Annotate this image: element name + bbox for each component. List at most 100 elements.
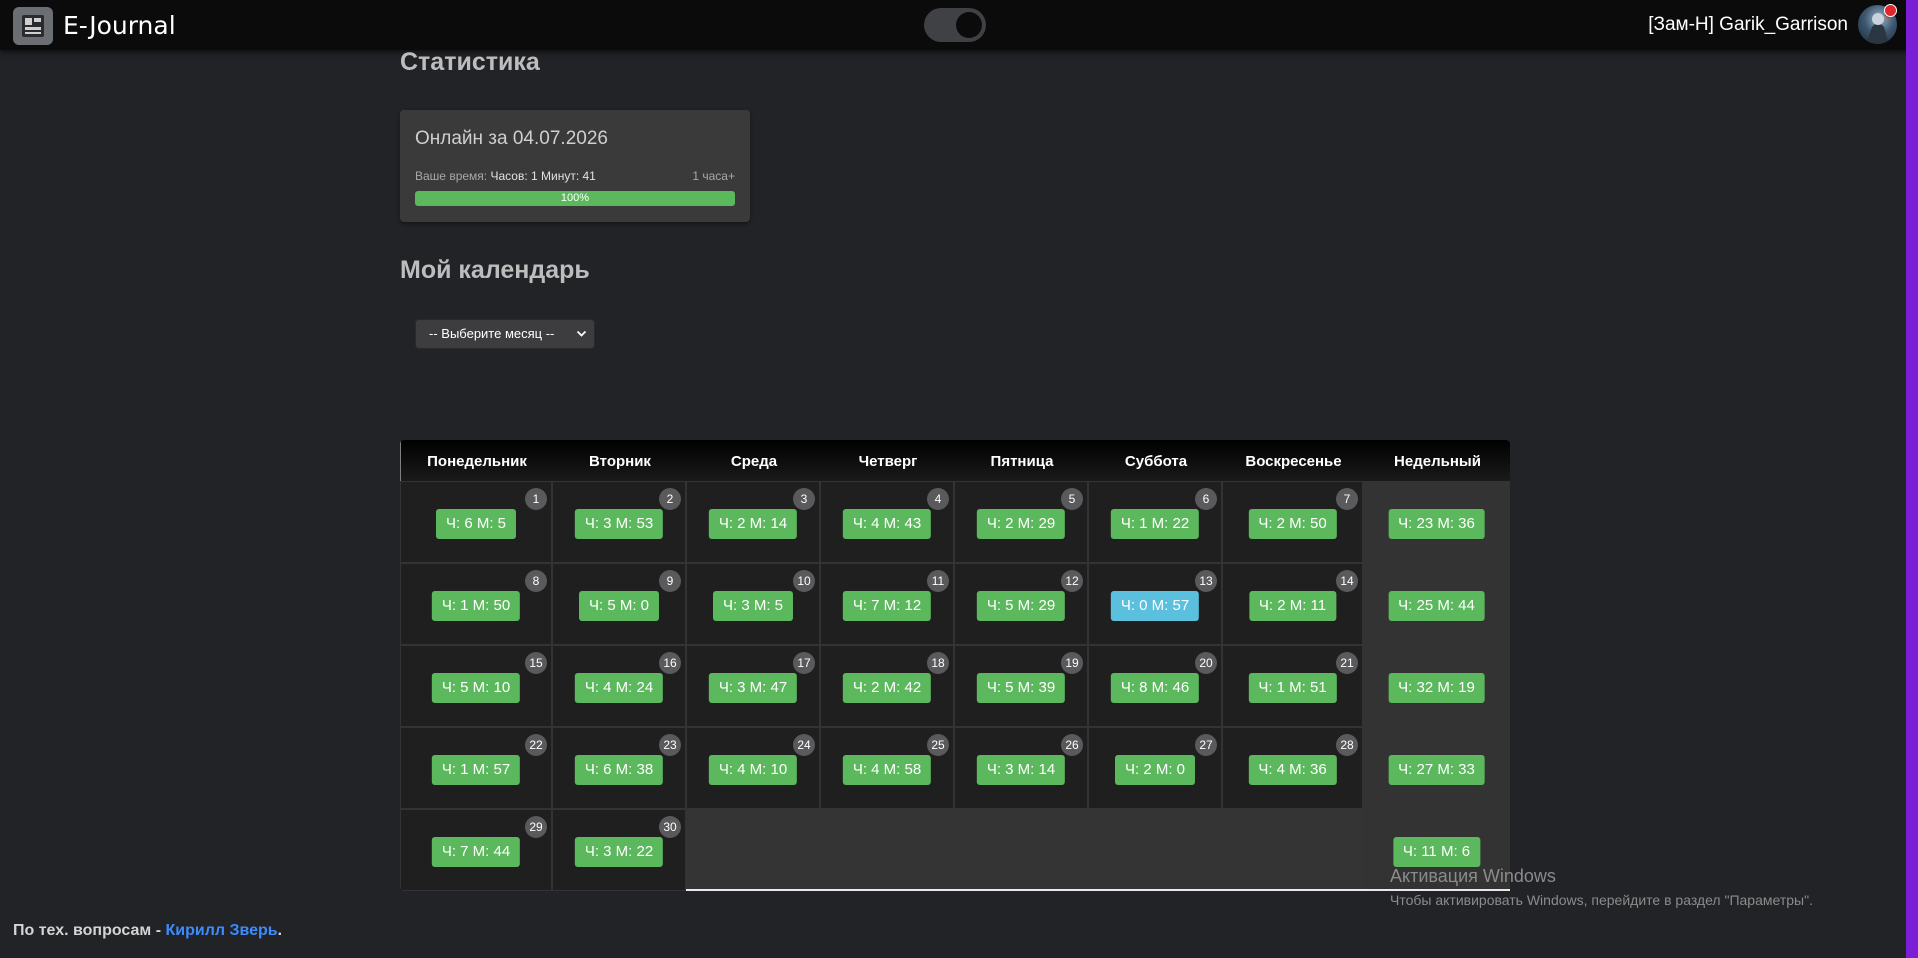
day-number-badge: 21	[1336, 652, 1358, 674]
weekly-total-pill[interactable]: Ч: 27 М: 33	[1388, 755, 1485, 785]
calendar-empty-cell	[1088, 809, 1222, 891]
calendar-day-cell: 15 Ч: 5 М: 10	[400, 645, 552, 727]
footer-text: По тех. вопросам -	[13, 922, 166, 939]
calendar-day-cell: 21 Ч: 1 М: 51	[1222, 645, 1363, 727]
calendar-day-cell: 3 Ч: 2 М: 14	[686, 481, 820, 563]
calendar-day-cell: 4 Ч: 4 М: 43	[820, 481, 954, 563]
weekly-total-cell: Ч: 23 М: 36	[1363, 481, 1510, 563]
scrollbar[interactable]	[1906, 0, 1918, 958]
calendar-day-cell: 11 Ч: 7 М: 12	[820, 563, 954, 645]
online-title: Онлайн за 04.07.2026	[415, 128, 608, 149]
day-time-pill[interactable]: Ч: 3 М: 5	[712, 591, 794, 621]
day-time-pill[interactable]: Ч: 1 М: 51	[1248, 673, 1337, 703]
day-number-badge: 19	[1061, 652, 1083, 674]
day-time-pill[interactable]: Ч: 6 М: 38	[574, 755, 664, 785]
day-number-badge: 27	[1195, 734, 1217, 756]
day-time-pill[interactable]: Ч: 2 М: 11	[1248, 591, 1337, 621]
day-time-pill[interactable]: Ч: 5 М: 29	[976, 591, 1066, 621]
online-progress-bar: 100%	[415, 191, 735, 206]
day-number-badge: 15	[525, 652, 547, 674]
day-time-pill[interactable]: Ч: 1 М: 22	[1110, 509, 1200, 539]
day-time-pill[interactable]: Ч: 2 М: 0	[1114, 755, 1196, 785]
month-select[interactable]: -- Выберите месяц --	[415, 319, 595, 349]
month-select-value: -- Выберите месяц --	[429, 326, 555, 341]
weekly-total-cell: Ч: 32 М: 19	[1363, 645, 1510, 727]
day-time-pill[interactable]: Ч: 8 М: 46	[1110, 673, 1200, 703]
calendar-day-cell: 30 Ч: 3 М: 22	[552, 809, 686, 891]
app-brand[interactable]: E-Journal	[63, 11, 176, 40]
calendar-day-cell: 16 Ч: 4 М: 24	[552, 645, 686, 727]
day-number-badge: 24	[793, 734, 815, 756]
day-time-pill[interactable]: Ч: 1 М: 57	[431, 755, 521, 785]
day-number-badge: 25	[927, 734, 949, 756]
day-time-pill[interactable]: Ч: 2 М: 14	[708, 509, 798, 539]
support-link[interactable]: Кирилл Зверь	[165, 922, 277, 939]
calendar-day-cell: 20 Ч: 8 М: 46	[1088, 645, 1222, 727]
day-number-badge: 12	[1061, 570, 1083, 592]
calendar-empty-cell	[820, 809, 954, 891]
calendar-empty-cell	[954, 809, 1088, 891]
calendar-heading: Мой календарь	[400, 256, 590, 284]
calendar-day-cell: 25 Ч: 4 М: 58	[820, 727, 954, 809]
day-number-badge: 7	[1336, 488, 1358, 510]
theme-toggle[interactable]	[924, 8, 986, 42]
weekday-header: Недельный	[1394, 453, 1481, 470]
day-number-badge: 29	[525, 816, 547, 838]
weekly-total-pill[interactable]: Ч: 25 М: 44	[1388, 591, 1485, 621]
calendar-day-cell: 24 Ч: 4 М: 10	[686, 727, 820, 809]
calendar-day-cell: 23 Ч: 6 М: 38	[552, 727, 686, 809]
day-number-badge: 30	[659, 816, 681, 838]
calendar-day-cell: 1 Ч: 6 М: 5	[400, 481, 552, 563]
day-time-pill[interactable]: Ч: 2 М: 50	[1248, 509, 1337, 539]
weekly-total-cell: Ч: 25 М: 44	[1363, 563, 1510, 645]
weekday-header: Воскресенье	[1245, 453, 1342, 470]
user-name[interactable]: [Зам-Н] Garik_Garrison	[1648, 14, 1848, 36]
calendar-day-cell: 28 Ч: 4 М: 36	[1222, 727, 1363, 809]
your-time: Ваше время: Часов: 1 Минут: 41	[415, 169, 596, 183]
weekly-total-pill[interactable]: Ч: 32 М: 19	[1388, 673, 1485, 703]
day-number-badge: 5	[1061, 488, 1083, 510]
support-footer: По тех. вопросам - Кирилл Зверь.	[13, 922, 282, 940]
day-time-pill[interactable]: Ч: 4 М: 58	[842, 755, 932, 785]
calendar-day-cell: 27 Ч: 2 М: 0	[1088, 727, 1222, 809]
time-goal: 1 часа+	[692, 169, 735, 183]
day-time-pill[interactable]: Ч: 5 М: 0	[578, 591, 660, 621]
day-time-pill[interactable]: Ч: 7 М: 12	[842, 591, 932, 621]
day-time-pill[interactable]: Ч: 4 М: 24	[574, 673, 664, 703]
day-time-pill[interactable]: Ч: 3 М: 22	[574, 837, 664, 867]
calendar-day-cell: 8 Ч: 1 М: 50	[400, 563, 552, 645]
day-time-pill[interactable]: Ч: 3 М: 47	[708, 673, 798, 703]
day-time-pill[interactable]: Ч: 5 М: 10	[431, 673, 521, 703]
weekly-total-pill[interactable]: Ч: 23 М: 36	[1388, 509, 1485, 539]
day-time-pill[interactable]: Ч: 7 М: 44	[431, 837, 521, 867]
windows-activation-title: Активация Windows	[1390, 866, 1556, 886]
weekly-total-pill[interactable]: Ч: 11 М: 6	[1392, 837, 1481, 867]
day-time-pill[interactable]: Ч: 2 М: 29	[976, 509, 1066, 539]
day-time-pill[interactable]: Ч: 2 М: 42	[842, 673, 932, 703]
day-time-pill[interactable]: Ч: 6 М: 5	[435, 509, 517, 539]
day-time-pill[interactable]: Ч: 0 М: 57	[1110, 591, 1200, 621]
calendar-header-row: Понедельник Вторник Среда Четверг Пятница Суб…	[400, 440, 1510, 481]
chevron-down-icon	[576, 320, 587, 359]
day-time-pill[interactable]: Ч: 5 М: 39	[976, 673, 1066, 703]
calendar-table: Понедельник Вторник Среда Четверг Пятница Суб…	[400, 440, 1510, 891]
calendar-empty-cell	[1222, 809, 1363, 891]
day-number-badge: 22	[525, 734, 547, 756]
day-number-badge: 14	[1336, 570, 1358, 592]
notification-dot-icon	[1884, 4, 1897, 17]
calendar-empty-cell	[686, 809, 820, 891]
your-time-label: Ваше время:	[415, 169, 488, 183]
day-time-pill[interactable]: Ч: 4 М: 43	[842, 509, 932, 539]
calendar-day-cell: 19 Ч: 5 М: 39	[954, 645, 1088, 727]
day-time-pill[interactable]: Ч: 4 М: 36	[1248, 755, 1337, 785]
day-time-pill[interactable]: Ч: 3 М: 53	[574, 509, 664, 539]
app-logo-icon[interactable]	[13, 7, 53, 45]
stats-heading: Статистика	[400, 48, 540, 76]
day-time-pill[interactable]: Ч: 3 М: 14	[976, 755, 1066, 785]
day-time-pill[interactable]: Ч: 1 М: 50	[431, 591, 521, 621]
weekday-header: Среда	[730, 453, 778, 470]
day-time-pill[interactable]: Ч: 4 М: 10	[708, 755, 798, 785]
calendar-day-cell: 12 Ч: 5 М: 29	[954, 563, 1088, 645]
calendar-day-cell: 10 Ч: 3 М: 5	[686, 563, 820, 645]
day-number-badge: 2	[659, 488, 681, 510]
